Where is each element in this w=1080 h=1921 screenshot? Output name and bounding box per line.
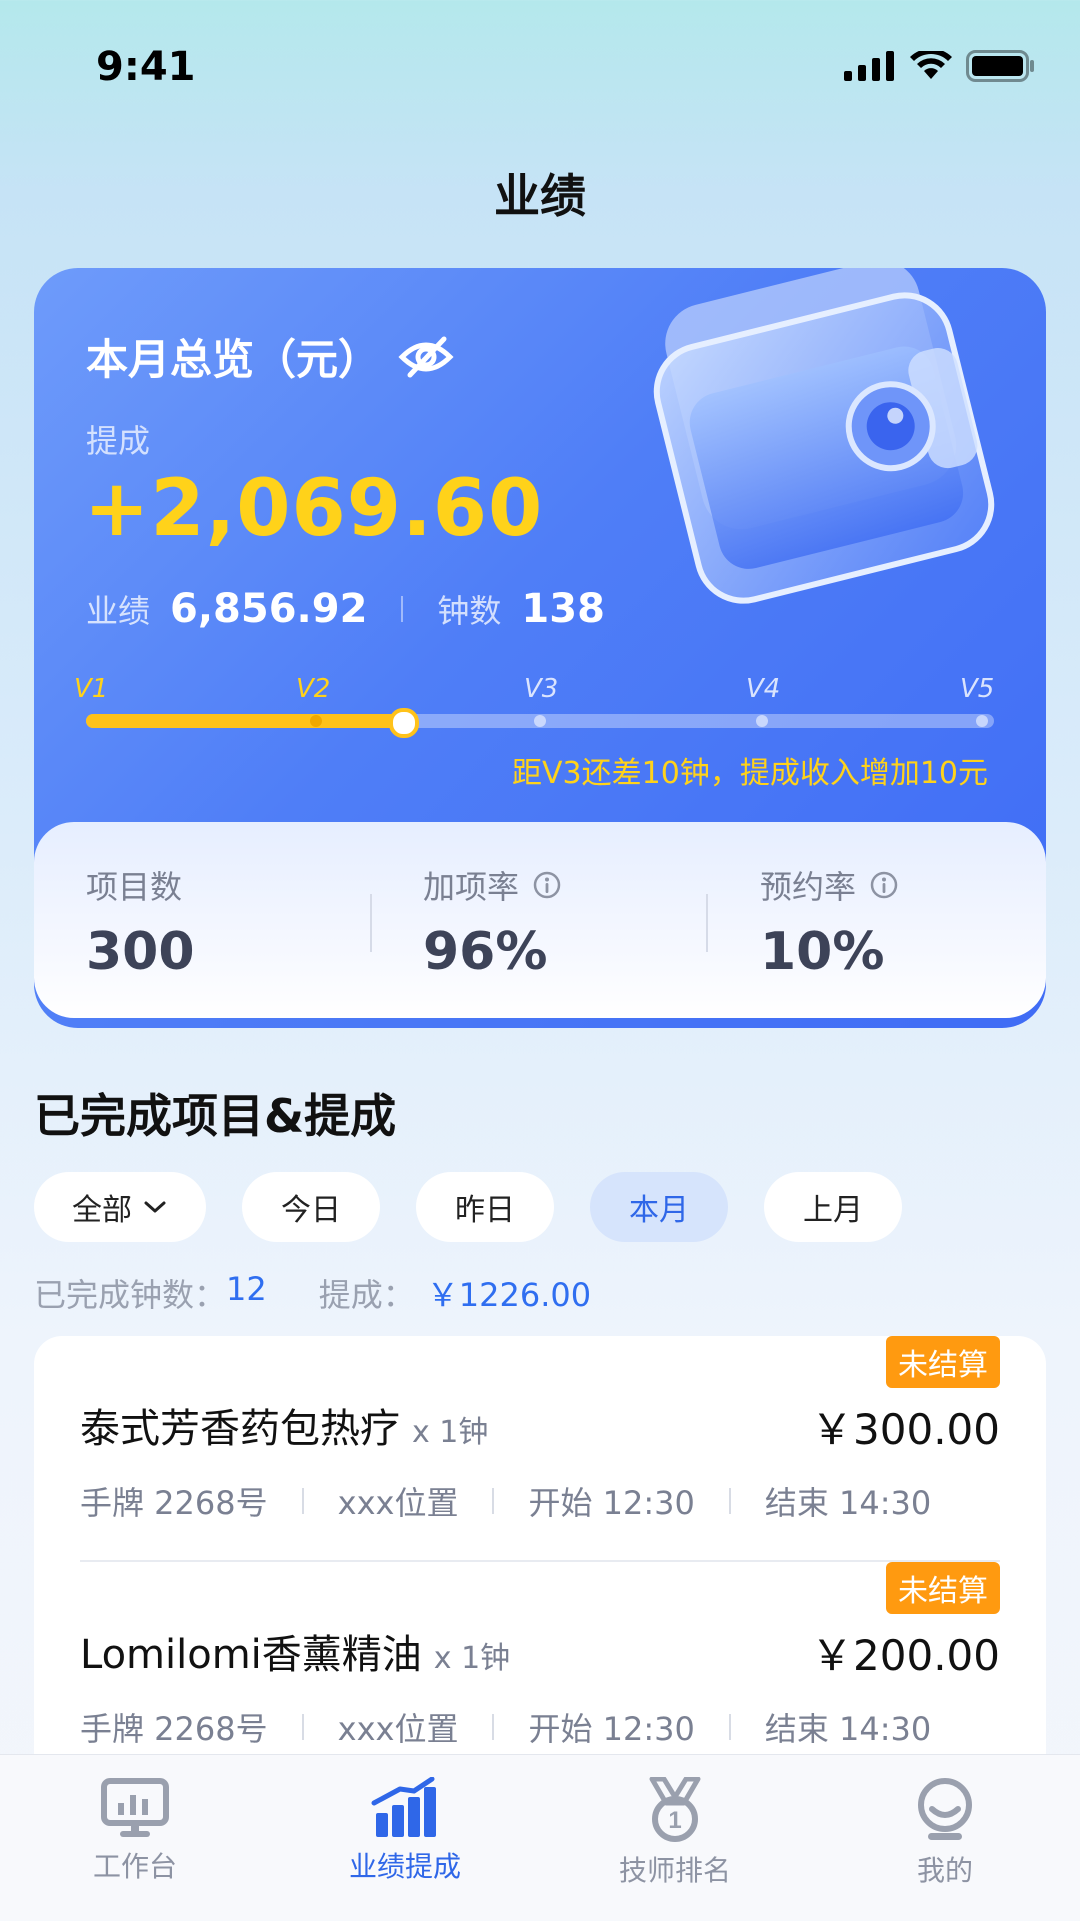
filter-this-month[interactable]: 本月 [590, 1172, 728, 1242]
level-progress-fill [86, 714, 404, 728]
item-start: 开始 12:30 [528, 1484, 695, 1522]
status-badge: 未结算 [886, 1562, 1000, 1614]
commission-value: +2,069.60 [84, 464, 544, 554]
level-hint: 距V3还差10钟，提成收入增加10元 [512, 756, 988, 791]
summary-commission-value: ￥1226.00 [426, 1276, 592, 1314]
status-icons [844, 50, 1036, 82]
item-tag: 手牌 2268号 [80, 1484, 268, 1522]
item-tag: 手牌 2268号 [80, 1710, 268, 1748]
stat-booking-rate: 预约率 10% [708, 822, 1045, 1018]
list-item[interactable]: 未结算 泰式芳香药包热疗 x 1钟 ￥300.00 手牌 2268号 xxx位置 … [34, 1336, 1046, 1562]
eye-off-icon[interactable] [398, 335, 454, 379]
medal-icon: 1 [649, 1777, 701, 1842]
hours-value: 138 [521, 586, 605, 632]
overview-title-text: 本月总览（元） [86, 335, 381, 384]
filter-label: 全部 [72, 1193, 132, 1228]
wallet-illustration [653, 268, 995, 604]
level-label-v4: V4 [746, 674, 781, 704]
overview-title: 本月总览（元） [86, 326, 454, 387]
tab-performance[interactable]: 业绩提成 [270, 1755, 540, 1921]
stat-value: 300 [86, 922, 195, 982]
bar-chart-icon [371, 1777, 436, 1837]
list-item[interactable]: 未结算 Lomilomi香薰精油 x 1钟 ￥200.00 手牌 2268号 xx… [34, 1562, 1046, 1756]
level-tick [756, 715, 768, 727]
info-icon[interactable] [533, 871, 561, 899]
level-tick [88, 715, 100, 727]
summary-hours-label: 已完成钟数： [34, 1276, 227, 1314]
tab-ranking[interactable]: 1 技师排名 [540, 1755, 810, 1921]
tab-workbench[interactable]: 工作台 [0, 1755, 270, 1921]
item-name: 泰式芳香药包热疗 [80, 1406, 400, 1452]
commission-label: 提成 [86, 422, 151, 460]
item-end: 结束 14:30 [764, 1484, 932, 1522]
filter-yesterday[interactable]: 昨日 [416, 1172, 554, 1242]
user-icon [918, 1778, 972, 1840]
item-location: xxx位置 [337, 1484, 459, 1522]
performance-row: 业绩 6,856.92 钟数 138 [86, 586, 605, 632]
monitor-icon [101, 1778, 169, 1837]
stat-value: 96% [423, 922, 548, 982]
chevron-down-icon [144, 1201, 166, 1213]
page-title: 业绩 [494, 169, 586, 223]
item-qty: x 1钟 [412, 1415, 489, 1450]
stat-projects: 项目数 300 [34, 822, 371, 1018]
level-progress-knob [388, 708, 419, 738]
filter-bar: 全部 今日 昨日 本月 上月 [34, 1172, 902, 1242]
completion-summary: 已完成钟数： 12 提成： ￥1226.00 [34, 1270, 591, 1316]
svg-text:1: 1 [668, 1807, 681, 1834]
item-start: 开始 12:30 [528, 1710, 695, 1748]
status-time: 9:41 [96, 44, 196, 90]
item-meta: 手牌 2268号 xxx位置 开始 12:30 结束 14:30 [80, 1478, 931, 1524]
section-title: 已完成项目&提成 [34, 1089, 397, 1143]
item-price: ￥200.00 [811, 1631, 1000, 1680]
filter-today[interactable]: 今日 [242, 1172, 380, 1242]
hours-label: 钟数 [437, 592, 502, 630]
level-label-v2: V2 [296, 674, 331, 704]
performance-value: 6,856.92 [170, 586, 368, 632]
status-badge: 未结算 [886, 1336, 1000, 1388]
tab-label: 我的 [916, 1854, 973, 1887]
item-title: Lomilomi香薰精油 x 1钟 [80, 1622, 510, 1680]
stat-value: 10% [760, 922, 885, 982]
tab-label: 技师排名 [618, 1854, 731, 1887]
signal-icon [844, 51, 894, 81]
tab-label: 业绩提成 [348, 1850, 461, 1883]
performance-label: 业绩 [86, 592, 151, 630]
divider [401, 596, 404, 622]
level-label-v5: V5 [960, 674, 995, 704]
filter-all-dropdown[interactable]: 全部 [34, 1172, 206, 1242]
item-location: xxx位置 [337, 1710, 459, 1748]
item-meta: 手牌 2268号 xxx位置 开始 12:30 结束 14:30 [80, 1704, 931, 1750]
tab-label: 工作台 [92, 1850, 177, 1883]
battery-icon [966, 50, 1034, 82]
item-end: 结束 14:30 [764, 1710, 932, 1748]
level-label-v1: V1 [74, 674, 109, 704]
stat-label: 预约率 [760, 868, 857, 906]
stat-addon-rate: 加项率 96% [371, 822, 708, 1018]
item-qty: x 1钟 [433, 1641, 511, 1676]
level-tick [976, 715, 988, 727]
filter-last-month[interactable]: 上月 [764, 1172, 902, 1242]
info-icon[interactable] [870, 871, 898, 899]
wifi-icon [910, 51, 952, 79]
summary-commission-label: 提成： [318, 1276, 415, 1314]
tab-bar: 工作台 业绩提成 1 技师排名 我的 [0, 1754, 1080, 1921]
stat-label: 加项率 [423, 868, 520, 906]
level-tick [534, 715, 546, 727]
summary-hours-value: 12 [226, 1270, 267, 1308]
item-name: Lomilomi香薰精油 [80, 1632, 422, 1678]
level-tick [310, 715, 322, 727]
stats-card: 项目数 300 加项率 96% 预约率 10% [34, 822, 1046, 1018]
project-list: 未结算 泰式芳香药包热疗 x 1钟 ￥300.00 手牌 2268号 xxx位置 … [34, 1336, 1046, 1756]
item-title: 泰式芳香药包热疗 x 1钟 [80, 1396, 488, 1454]
tab-mine[interactable]: 我的 [810, 1755, 1080, 1921]
stat-label: 项目数 [86, 868, 183, 906]
item-price: ￥300.00 [811, 1405, 1000, 1454]
level-label-v3: V3 [524, 674, 559, 704]
